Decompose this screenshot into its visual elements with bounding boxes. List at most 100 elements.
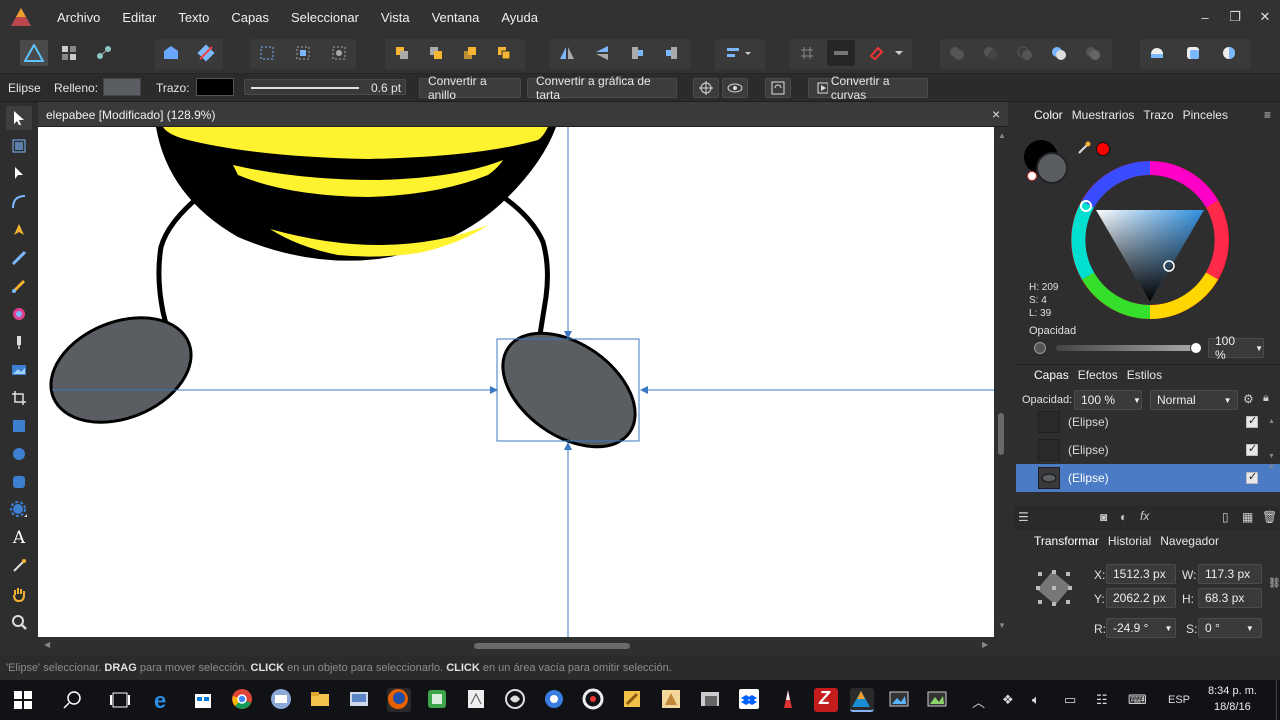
close-document-button[interactable]: × [992,106,1000,122]
tab-transformar[interactable]: Transformar [1034,534,1099,548]
menu-editar[interactable]: Editar [111,10,167,25]
vertical-scroll-thumb[interactable] [998,413,1004,455]
snapping-grid-icon[interactable] [827,40,855,66]
minimize-button[interactable]: – [1190,10,1220,25]
bool-subtract-icon[interactable] [977,40,1005,66]
menu-vista[interactable]: Vista [370,10,421,25]
left-foot-ellipse[interactable] [38,298,207,442]
app-icon-6[interactable] [582,688,606,712]
mask-icon[interactable]: ◙ [1100,510,1107,524]
convert-to-pie-button[interactable]: Convertir a gráfica de tarta [527,74,677,102]
restore-button[interactable]: ❐ [1220,9,1250,25]
pen-tool-icon[interactable] [6,218,32,242]
app-icon-9[interactable] [699,688,723,712]
edge-browser-icon[interactable]: e [154,688,178,713]
mail-app-icon[interactable] [270,688,294,712]
battery-icon[interactable]: ▭ [1064,692,1076,708]
vertical-scrollbar[interactable]: ▲ ▼ [994,127,1008,637]
snapping-dropdown-icon[interactable] [890,40,908,66]
filezilla-icon[interactable]: Z [814,688,838,712]
crop-tool-icon[interactable] [6,386,32,410]
export-persona-icon[interactable] [90,40,118,66]
convert-to-ring-button[interactable]: Convertir a anillo [419,74,521,102]
clock-date[interactable]: 18/8/16 [1214,701,1251,713]
no-color-icon[interactable] [1027,171,1037,181]
vector-brush-tool-icon[interactable] [6,274,32,298]
layer-visibility-checkbox[interactable] [1246,470,1258,484]
menu-texto[interactable]: Texto [167,10,220,25]
arrange-back-icon[interactable] [388,40,416,66]
flip-vertical-icon[interactable] [588,40,616,66]
keyboard-icon[interactable]: ⌨︎ [1128,692,1147,708]
store-icon[interactable] [192,688,216,712]
layers-scrollbar[interactable]: ▲ ▼ ▼ [1268,418,1275,486]
arrange-forward-icon[interactable] [456,40,484,66]
tab-muestrarios[interactable]: Muestrarios [1072,108,1135,122]
tab-historial[interactable]: Historial [1108,534,1151,548]
menu-capas[interactable]: Capas [220,10,280,25]
convert-sync-icon[interactable] [765,78,791,98]
layer-visibility-checkbox[interactable] [1246,414,1258,428]
hand-tool-icon[interactable] [6,582,32,606]
ellipse-tool-icon[interactable] [6,442,32,466]
file-explorer-icon[interactable] [309,688,333,712]
corner-tool-icon[interactable] [6,190,32,214]
color-opacity-slider-knob[interactable] [1190,342,1202,354]
rotate-left-icon[interactable] [623,40,651,66]
horizontal-scrollbar[interactable]: ◀ ▶ [38,637,994,655]
layer-row[interactable]: (Elipse) [1016,436,1280,464]
task-view-icon[interactable] [110,691,130,712]
shapes-tool-icon[interactable] [6,498,32,522]
tab-trazo[interactable]: Trazo [1143,108,1173,122]
close-window-button[interactable]: ✕ [1250,9,1280,25]
tab-estilos[interactable]: Estilos [1127,368,1162,382]
pencil-tool-icon[interactable] [6,246,32,270]
action-center-icon[interactable]: ☷ [1096,692,1108,708]
search-icon[interactable] [62,690,82,713]
stroke-width-slider[interactable]: 0.6 pt [244,79,406,95]
dropbox-icon[interactable] [738,688,762,712]
bool-divide-icon[interactable] [1079,40,1107,66]
secondary-color-swatch[interactable] [1096,142,1110,156]
color-opacity-slider[interactable] [1056,345,1198,351]
rounded-rectangle-tool-icon[interactable] [6,470,32,494]
windows-start-icon[interactable] [14,691,32,712]
blend-mode-select[interactable]: Normal ▼ [1150,390,1238,410]
app-icon-8[interactable] [660,688,684,712]
fx-icon[interactable]: fx [1140,509,1149,523]
layer-row-selected[interactable]: (Elipse) [1016,464,1280,492]
menu-ventana[interactable]: Ventana [421,10,491,25]
share-icon[interactable] [157,40,185,66]
color-panel-menu-icon[interactable]: ≡ [1264,108,1271,122]
bool-add-icon[interactable] [943,40,971,66]
rotation-field[interactable]: -24.9 ° ▼ [1106,618,1176,638]
app-icon-11[interactable] [888,688,912,712]
document-tab[interactable]: elepabee [Modificado] (128.9%) × [38,102,1008,127]
layer-lock-icon[interactable]: 🔒︎ [1263,392,1269,405]
menu-seleccionar[interactable]: Seleccionar [280,10,370,25]
color-wheel[interactable] [1070,160,1230,320]
bool-xor-icon[interactable] [1045,40,1073,66]
select-object-icon[interactable] [289,40,317,66]
rotate-right-icon[interactable] [658,40,686,66]
rectangle-tool-icon[interactable] [6,414,32,438]
preferences-icon[interactable] [1215,40,1243,66]
layers-stack-icon[interactable]: ☰ [1018,510,1029,524]
align-dropdown-icon[interactable] [717,40,761,66]
assistant-icon[interactable] [1143,40,1171,66]
show-hidden-icons-icon[interactable]: ︿ [972,692,985,711]
dropbox-tray-icon[interactable]: ❖ [1002,692,1014,708]
fill-swatch[interactable] [103,78,141,96]
grid-icon[interactable] [793,40,821,66]
studio-icon[interactable] [1179,40,1207,66]
app-icon-12[interactable] [926,688,950,712]
chrome-icon[interactable] [231,688,255,712]
convert-to-curves-button[interactable]: Convertir a curvas [808,74,928,102]
tab-efectos[interactable]: Efectos [1078,368,1118,382]
firefox-icon[interactable] [387,688,411,712]
anchor-point-selector-icon[interactable] [1030,564,1078,612]
layer-visibility-checkbox[interactable] [1246,442,1258,456]
bool-intersect-icon[interactable] [1011,40,1039,66]
transparency-tool-icon[interactable] [6,330,32,354]
preview-eye-icon[interactable] [722,78,748,98]
